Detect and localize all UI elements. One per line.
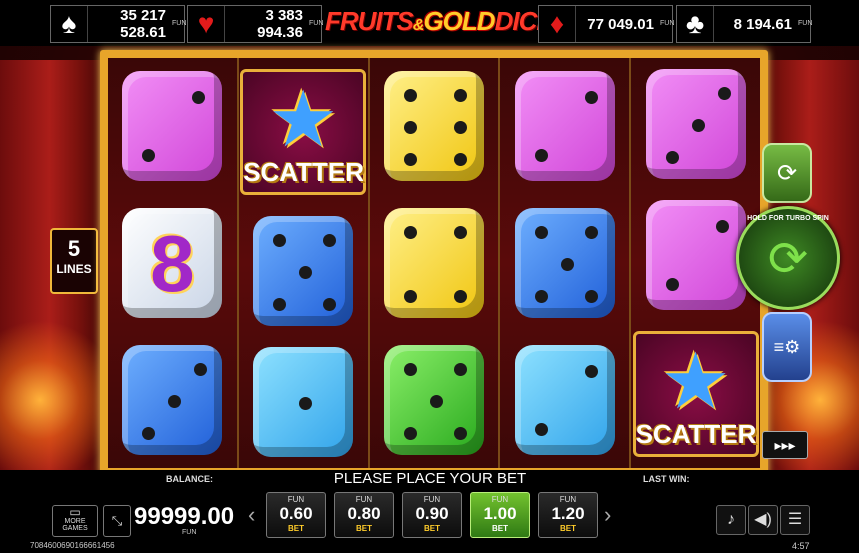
bet-option[interactable]: FUN 0.80 BET <box>334 492 394 538</box>
bet-option[interactable]: FUN 0.60 BET <box>266 492 326 538</box>
jackpot-value: 77 049.01 <box>587 15 654 33</box>
status-message: PLEASE PLACE YOUR BET <box>333 470 527 487</box>
music-icon: ♪ <box>727 511 735 528</box>
jackpot-bar: ♠ 35 217 528.61 FUN ♥ 3 383 994.36 FUN F… <box>0 0 859 46</box>
fullscreen-icon: ⤡ <box>111 513 123 528</box>
scatter-symbol: ★ SCATTER <box>240 68 367 195</box>
menu-button[interactable]: ☰ <box>780 505 810 535</box>
yellow-die <box>383 71 484 182</box>
pink-die <box>645 199 746 310</box>
spade-icon: ♠ <box>51 6 88 42</box>
pink-die <box>514 71 615 182</box>
fullscreen-button[interactable]: ⤡ <box>103 505 131 537</box>
reel-3 <box>369 58 499 468</box>
blue-die <box>253 215 354 326</box>
jackpot-value: 3 383 994.36 <box>257 7 303 41</box>
jackpot-clubs: ♣ 8 194.61 FUN <box>676 5 813 43</box>
sound-button[interactable]: ◀) <box>748 505 778 535</box>
balance-label: BALANCE: <box>166 474 213 484</box>
settings-button[interactable]: ≡⚙ <box>762 312 812 382</box>
jackpot-currency: FUN <box>172 20 187 27</box>
spin-icon: ⟳ <box>767 233 809 286</box>
reel-2: ★ SCATTER <box>238 58 368 468</box>
blue-die <box>514 207 615 318</box>
jackpot-currency: FUN <box>798 20 813 27</box>
diamond-icon: ♦ <box>539 6 576 42</box>
jackpot-currency: FUN <box>309 20 324 27</box>
heart-icon: ♥ <box>188 6 225 42</box>
bet-option[interactable]: FUN 0.90 BET <box>402 492 462 538</box>
jackpot-value: 35 217 528.61 <box>120 7 166 41</box>
yellow-die <box>383 207 484 318</box>
bet-option-selected[interactable]: FUN 1.00 BET <box>470 492 530 538</box>
turbo-button[interactable]: ▸▸▸ <box>762 431 808 459</box>
speaker-icon: ◀) <box>754 511 772 528</box>
autoplay-icon: ⟳ <box>776 159 798 187</box>
scatter-symbol: ★ SCATTER <box>632 331 759 458</box>
jackpot-hearts: ♥ 3 383 994.36 FUN <box>187 5 324 43</box>
jackpot-spades: ♠ 35 217 528.61 FUN <box>50 5 187 43</box>
autoplay-button[interactable]: ⟳ <box>762 143 812 203</box>
last-win-label: LAST WIN: <box>643 474 690 484</box>
bet-option[interactable]: FUN 1.20 BET <box>538 492 598 538</box>
music-button[interactable]: ♪ <box>716 505 746 535</box>
turbo-hint: HOLD FOR TURBO SPIN <box>747 215 829 222</box>
star-icon: ★ <box>268 74 339 163</box>
spin-button[interactable]: HOLD FOR TURBO SPIN ⟳ <box>736 206 840 310</box>
hamburger-icon: ☰ <box>787 511 803 528</box>
game-logo: FRUITS&GOLDDICE <box>325 6 554 36</box>
blue-die <box>122 344 223 455</box>
cyan-die <box>253 347 354 458</box>
bet-prev-icon[interactable]: ‹ <box>248 502 255 528</box>
pink-die <box>122 71 223 182</box>
balance-value: 99999.00 <box>134 503 235 530</box>
jackpot-diamonds: ♦ 77 049.01 FUN <box>538 5 675 43</box>
cyan-die <box>514 344 615 455</box>
jackpot-value: 8 194.61 <box>733 15 792 33</box>
reel-1: 8 <box>108 58 237 468</box>
wild-die: 8 <box>122 207 223 318</box>
reel-4 <box>500 58 630 468</box>
reel-frame: 8 ★ SCATTER ★ SCATTER <box>100 50 768 476</box>
session-id: 7084600690166661456 <box>30 541 115 550</box>
controller-icon: ▭ <box>69 505 81 519</box>
green-die <box>383 344 484 455</box>
more-games-button[interactable]: ▭ MORE GAMES <box>52 505 98 537</box>
jackpot-currency: FUN <box>660 20 675 27</box>
clock: 4:57 <box>792 541 810 551</box>
bet-next-icon[interactable]: › <box>604 502 611 528</box>
balance-currency: FUN <box>182 529 197 536</box>
pink-die <box>645 68 746 179</box>
lines-indicator[interactable]: 5 LINES <box>50 228 98 294</box>
club-icon: ♣ <box>677 6 714 42</box>
star-icon: ★ <box>660 337 731 426</box>
settings-icon: ≡⚙ <box>773 336 801 357</box>
